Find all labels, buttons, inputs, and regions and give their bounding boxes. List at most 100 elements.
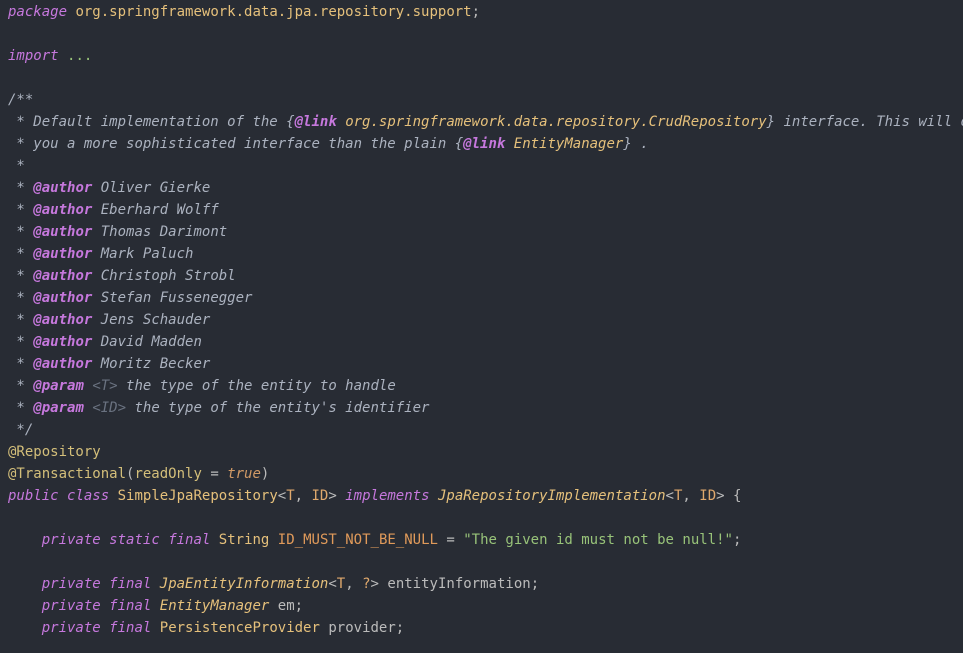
author-name: David Madden — [100, 334, 202, 350]
author-name: Moritz Becker — [100, 356, 211, 372]
link-tag: @link — [294, 114, 337, 130]
final-keyword: final — [109, 576, 152, 592]
private-keyword: private — [41, 532, 101, 548]
code-line-javadoc-open[interactable]: /** — [0, 89, 963, 111]
field-em[interactable]: em — [278, 598, 295, 614]
code-line-package[interactable]: package org.springframework.data.jpa.rep… — [0, 1, 963, 23]
generics-close: > — [716, 488, 725, 504]
code-line-class-declaration[interactable]: public class SimpleJpaRepository<T, ID> … — [0, 485, 963, 507]
author-tag: @author — [33, 246, 93, 262]
entity-information-type[interactable]: JpaEntityInformation — [160, 576, 329, 592]
code-line-author[interactable]: * @author Eberhard Wolff — [0, 199, 963, 221]
package-name: org.springframework.data.jpa.repository.… — [75, 4, 472, 20]
code-line-javadoc-desc2[interactable]: * you a more sophisticated interface tha… — [0, 133, 963, 155]
link-target-crudrepository[interactable]: org.springframework.data.repository.Crud… — [345, 114, 766, 130]
code-line-javadoc-empty[interactable]: * — [0, 155, 963, 177]
class-keyword: class — [67, 488, 110, 504]
string-type[interactable]: String — [219, 532, 270, 548]
import-folded-dots[interactable]: ... — [67, 48, 92, 64]
code-line-field-constant[interactable]: private static final String ID_MUST_NOT_… — [0, 529, 963, 551]
author-tag: @author — [33, 180, 93, 196]
constant-name[interactable]: ID_MUST_NOT_BE_NULL — [278, 532, 438, 548]
final-keyword: final — [168, 532, 211, 548]
semicolon: ; — [471, 4, 481, 20]
generics-open: < — [665, 488, 674, 504]
interface-name[interactable]: JpaRepositoryImplementation — [438, 488, 666, 504]
comma: , — [345, 576, 363, 592]
type-param-id: ID — [699, 488, 717, 504]
code-line-author[interactable]: * @author Thomas Darimont — [0, 221, 963, 243]
code-line-author[interactable]: * @author Oliver Gierke — [0, 177, 963, 199]
field-provider[interactable]: provider — [328, 620, 395, 636]
javadoc-open: /** — [8, 92, 34, 108]
semicolon: ; — [294, 598, 304, 614]
code-line-field-em[interactable]: private final EntityManager em; — [0, 595, 963, 617]
link-tag: @link — [463, 136, 506, 152]
author-tag: @author — [33, 356, 93, 372]
open-brace: { — [724, 488, 742, 504]
entity-manager-type[interactable]: EntityManager — [160, 598, 270, 614]
author-name: Christoph Strobl — [100, 268, 236, 284]
param-desc: the type of the entity's identifier — [126, 400, 430, 416]
author-name: Jens Schauder — [100, 312, 211, 328]
javadoc-star: * — [8, 114, 34, 130]
comma: , — [294, 488, 312, 504]
final-keyword: final — [109, 620, 152, 636]
code-line-author[interactable]: * @author Stefan Fussenegger — [0, 287, 963, 309]
code-line-field-entity-information[interactable]: private final JpaEntityInformation<T, ?>… — [0, 573, 963, 595]
author-tag: @author — [33, 224, 93, 240]
javadoc-desc2-pre: you a more sophisticated interface than … — [33, 136, 455, 152]
field-entity-information[interactable]: entityInformation — [387, 576, 530, 592]
final-keyword: final — [109, 598, 152, 614]
class-name[interactable]: SimpleJpaRepository — [118, 488, 278, 504]
string-literal: "The given id must not be null!" — [463, 532, 733, 548]
public-keyword: public — [8, 488, 59, 504]
author-tag: @author — [33, 202, 93, 218]
code-line-author[interactable]: * @author Christoph Strobl — [0, 265, 963, 287]
code-line-import[interactable]: import ... — [0, 45, 963, 67]
code-line-annotation-transactional[interactable]: @Transactional(readOnly = true) — [0, 463, 963, 485]
code-line-blank[interactable] — [0, 23, 963, 45]
implements-keyword: implements — [345, 488, 430, 504]
code-line-param[interactable]: * @param <ID> the type of the entity's i… — [0, 397, 963, 419]
link-open: { — [454, 136, 464, 152]
annotation-transactional[interactable]: @Transactional — [8, 466, 126, 482]
transactional-value: true — [227, 466, 261, 482]
paren-close: ) — [260, 466, 270, 482]
code-line-author[interactable]: * @author Jens Schauder — [0, 309, 963, 331]
author-tag: @author — [33, 290, 93, 306]
generics-close: > — [370, 576, 379, 592]
code-line-blank[interactable] — [0, 67, 963, 89]
javadoc-star: * — [8, 224, 34, 240]
javadoc-close: */ — [8, 422, 34, 438]
code-line-annotation-repository[interactable]: @Repository — [0, 441, 963, 463]
package-keyword: package — [8, 4, 68, 20]
code-line-author[interactable]: * @author David Madden — [0, 331, 963, 353]
code-line-blank[interactable] — [0, 551, 963, 573]
private-keyword: private — [41, 620, 101, 636]
param-tag: @param — [33, 378, 84, 394]
code-line-blank[interactable] — [0, 507, 963, 529]
author-name: Thomas Darimont — [100, 224, 228, 240]
type-param-id: ID — [311, 488, 329, 504]
javadoc-star: * — [8, 290, 34, 306]
code-line-author[interactable]: * @author Mark Paluch — [0, 243, 963, 265]
persistence-provider-type[interactable]: PersistenceProvider — [160, 620, 320, 636]
semicolon: ; — [530, 576, 540, 592]
annotation-repository[interactable]: @Repository — [8, 444, 101, 460]
link-target-entitymanager[interactable]: EntityManager — [514, 136, 624, 152]
transactional-attr: readOnly — [134, 466, 202, 482]
code-area[interactable]: package org.springframework.data.jpa.rep… — [0, 1, 963, 639]
code-line-author[interactable]: * @author Moritz Becker — [0, 353, 963, 375]
code-line-field-provider[interactable]: private final PersistenceProvider provid… — [0, 617, 963, 639]
link-close: } — [766, 114, 776, 130]
param-name: <T> — [92, 378, 118, 394]
author-name: Stefan Fussenegger — [100, 290, 253, 306]
code-line-javadoc-close[interactable]: */ — [0, 419, 963, 441]
code-editor[interactable]: package org.springframework.data.jpa.rep… — [0, 0, 963, 653]
private-keyword: private — [41, 576, 101, 592]
link-open: { — [286, 114, 295, 130]
code-line-param[interactable]: * @param <T> the type of the entity to h… — [0, 375, 963, 397]
code-line-javadoc-desc1[interactable]: * Default implementation of the {@link o… — [0, 111, 963, 133]
param-desc: the type of the entity to handle — [117, 378, 396, 394]
